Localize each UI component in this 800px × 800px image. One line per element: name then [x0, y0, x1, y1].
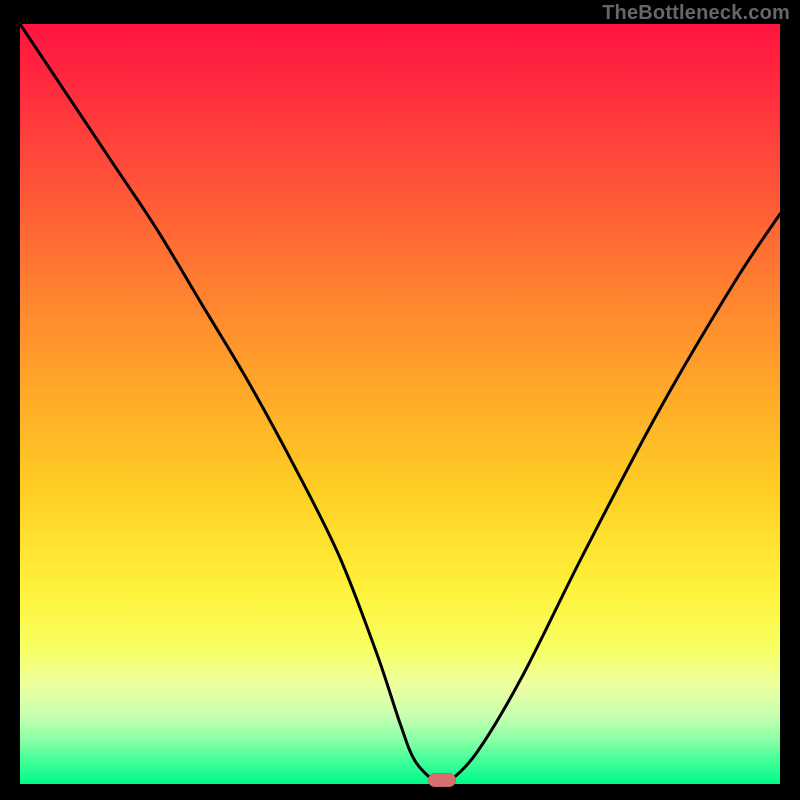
plot-area — [20, 24, 780, 784]
bottleneck-curve — [20, 24, 780, 784]
watermark-text: TheBottleneck.com — [602, 2, 790, 25]
chart-stage: TheBottleneck.com — [0, 0, 800, 800]
optimal-point-marker — [428, 773, 456, 787]
curve-layer — [20, 24, 780, 784]
